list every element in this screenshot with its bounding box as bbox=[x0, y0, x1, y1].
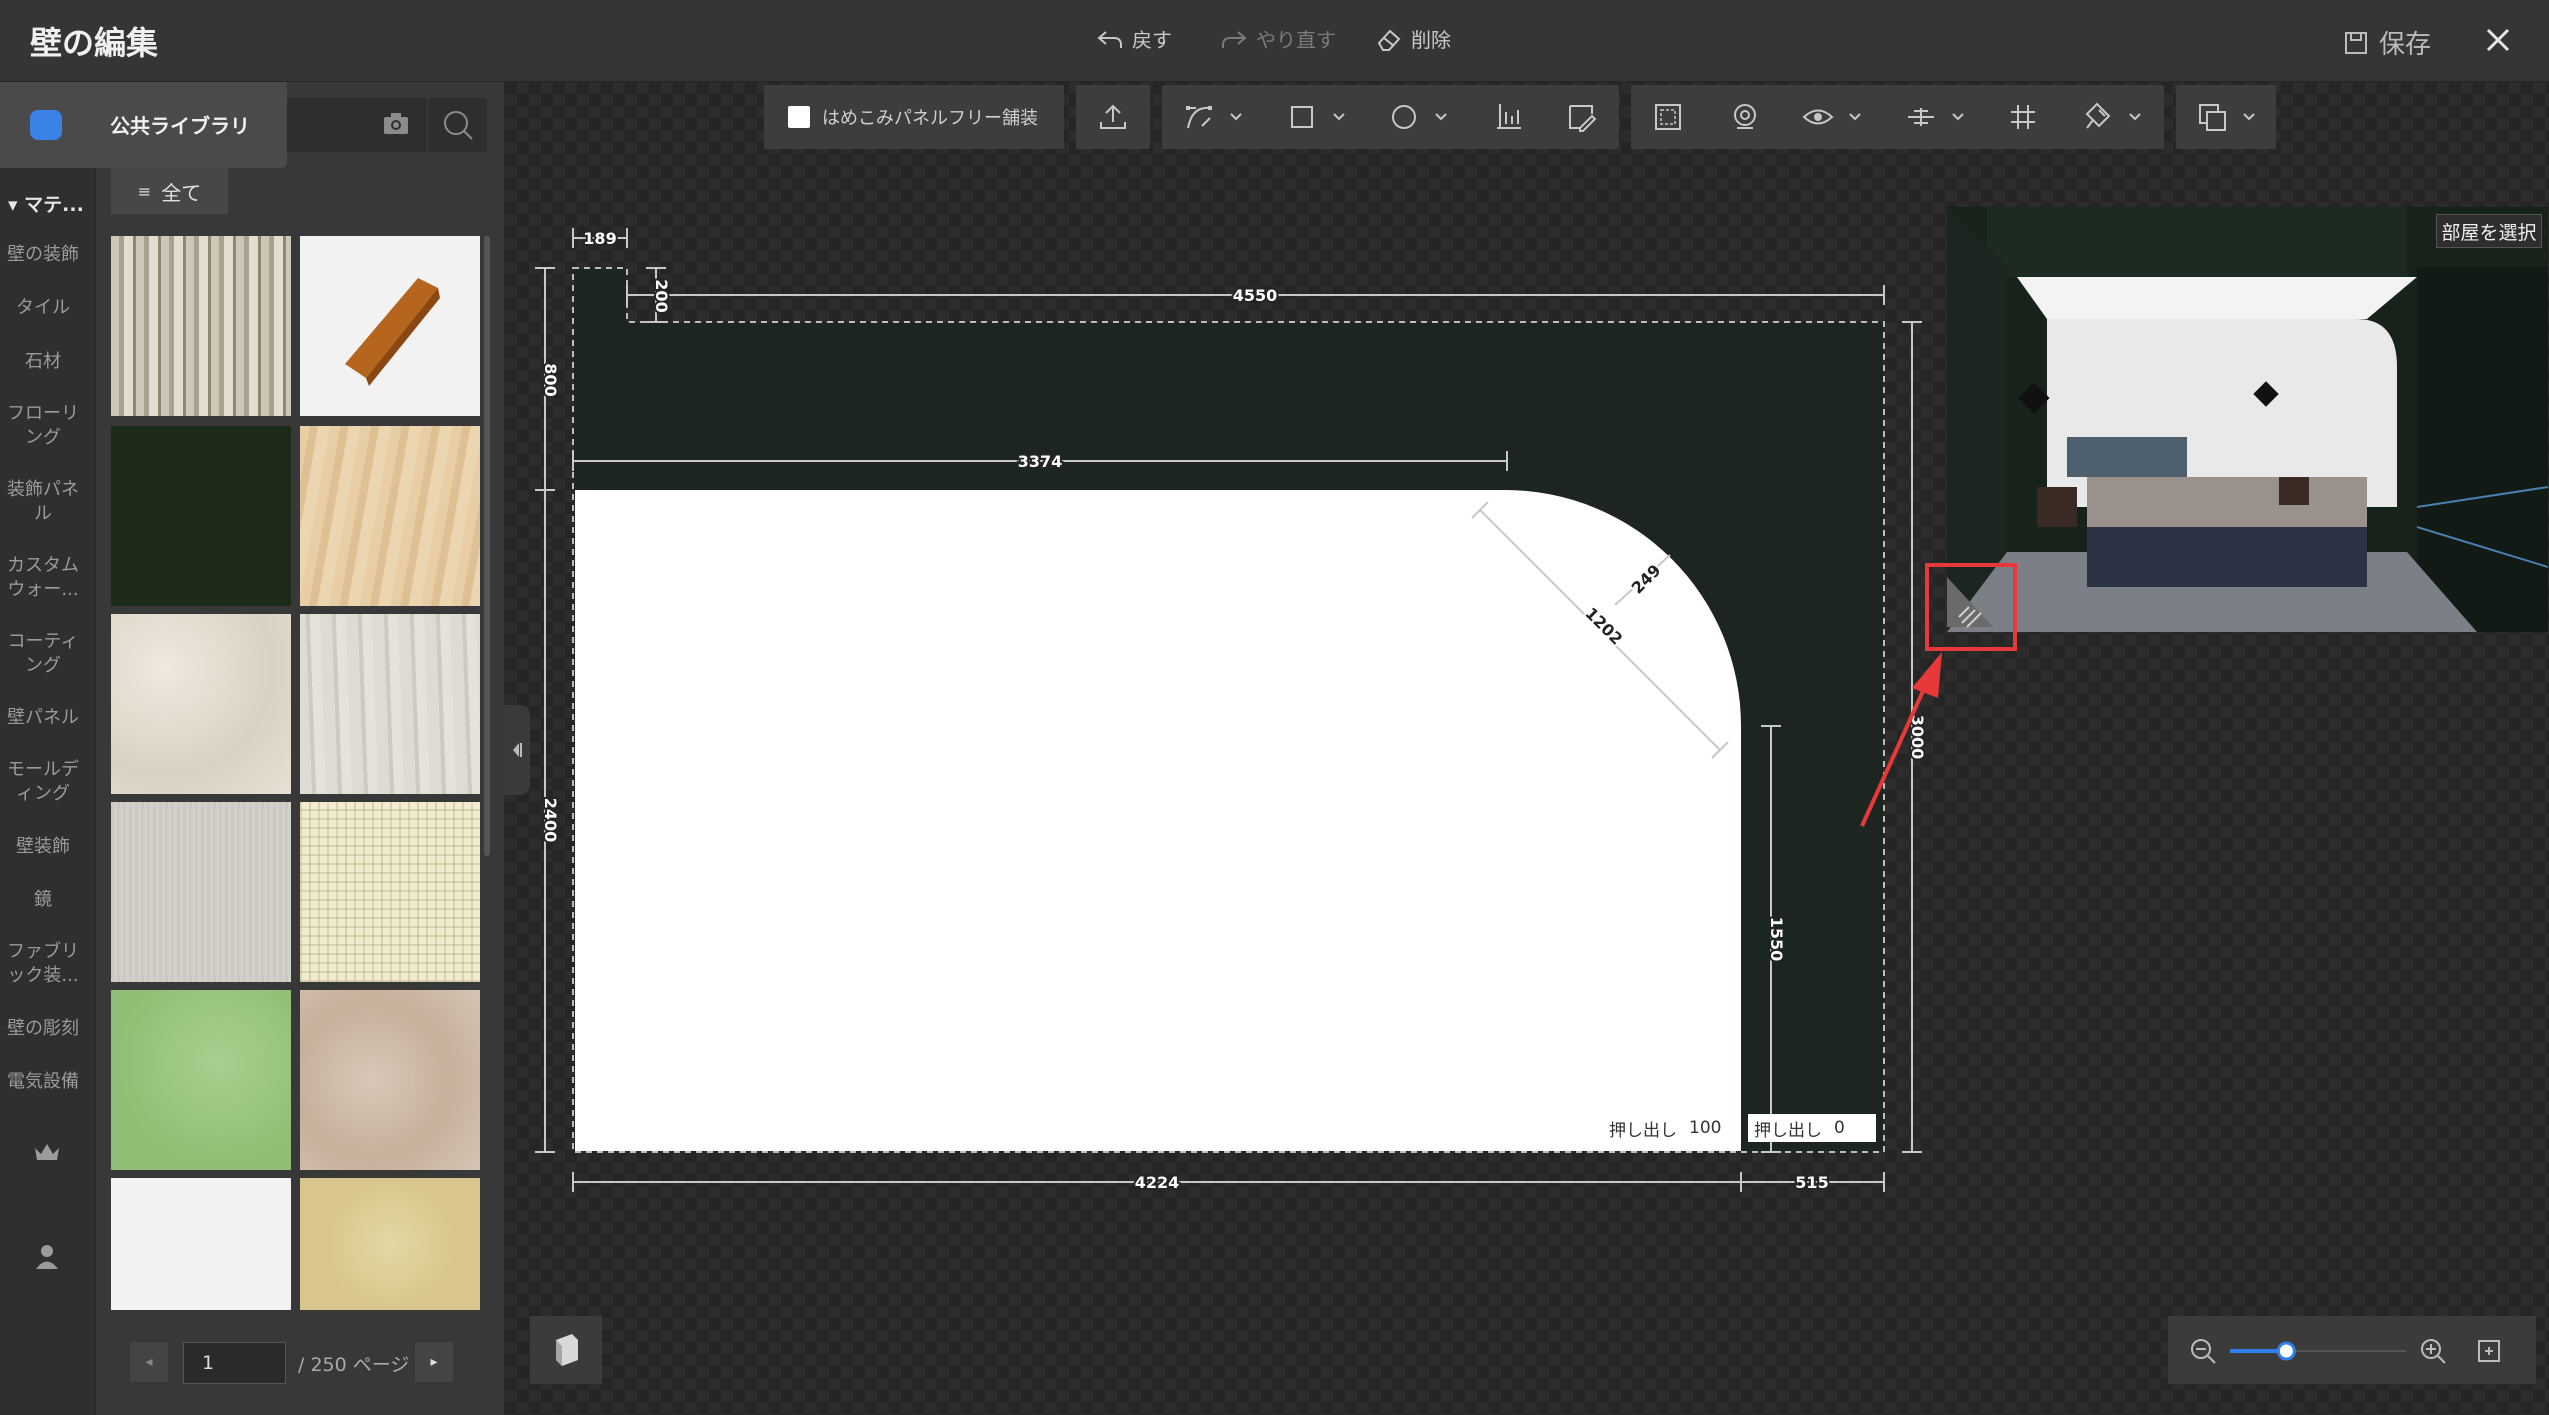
delete-button[interactable]: 削除 bbox=[1375, 24, 1451, 53]
extrude-value: 0 bbox=[1834, 1118, 1845, 1138]
page-number-input[interactable] bbox=[183, 1342, 286, 1384]
material-tile[interactable] bbox=[300, 236, 480, 416]
public-library-label: 公共ライブラリ bbox=[110, 114, 250, 138]
material-tile[interactable] bbox=[111, 236, 291, 416]
material-tile[interactable] bbox=[300, 802, 480, 982]
title-bar: 壁の編集 戻す やり直す 削除 保存 bbox=[0, 0, 2549, 82]
dim-label: 4224 bbox=[1135, 1173, 1180, 1192]
sidebar-scrollbar[interactable] bbox=[484, 236, 490, 856]
redo-icon bbox=[1222, 30, 1247, 48]
cube-icon bbox=[556, 1334, 578, 1366]
filter-icon: ≡ bbox=[137, 181, 152, 201]
extrude-label: 押し出し bbox=[1609, 1120, 1677, 1141]
crown-icon[interactable] bbox=[32, 1140, 62, 1164]
material-tile[interactable] bbox=[111, 614, 291, 794]
material-tile[interactable] bbox=[111, 1178, 291, 1310]
camera-icon[interactable] bbox=[380, 108, 412, 140]
dim-label: 200 bbox=[652, 279, 671, 312]
molding-thumbnail bbox=[345, 278, 440, 386]
resize-handle-highlight bbox=[1925, 563, 2017, 651]
page-total: / 250 ページ bbox=[298, 1354, 410, 1376]
extrude-field-left[interactable]: 押し出し 100 bbox=[1603, 1114, 1735, 1142]
undo-label: 戻す bbox=[1132, 28, 1172, 52]
redo-label: やり直す bbox=[1256, 28, 1336, 52]
resize-grip-icon[interactable] bbox=[1929, 567, 2013, 647]
category-item[interactable]: 壁の彫刻 bbox=[0, 1017, 86, 1041]
dim-label: 4550 bbox=[1233, 286, 1278, 305]
material-tile[interactable] bbox=[300, 614, 480, 794]
dim-label: 3374 bbox=[1018, 452, 1063, 471]
extrude-value: 100 bbox=[1689, 1118, 1722, 1138]
search-icon bbox=[444, 111, 473, 140]
dim-label: 1550 bbox=[1767, 917, 1786, 962]
category-item[interactable]: 壁の装飾 bbox=[0, 243, 86, 267]
eraser-icon bbox=[1377, 29, 1401, 51]
dim-label: 2400 bbox=[541, 798, 560, 843]
category-item[interactable]: 壁装飾 bbox=[0, 835, 86, 859]
3d-view-button[interactable] bbox=[530, 1316, 602, 1384]
room-3d-preview[interactable] bbox=[1947, 207, 2548, 632]
category-item[interactable]: モールディング bbox=[4, 758, 82, 806]
extrude-label: 押し出し bbox=[1754, 1120, 1822, 1141]
prev-page-button[interactable]: ◂ bbox=[130, 1342, 168, 1382]
search-button[interactable] bbox=[427, 98, 487, 152]
dim-label: 800 bbox=[541, 363, 560, 396]
category-item[interactable]: 石材 bbox=[0, 350, 86, 374]
room-select-button[interactable]: 部屋を選択 bbox=[2436, 214, 2542, 248]
dim-label: 515 bbox=[1795, 1173, 1828, 1192]
next-page-button[interactable]: ▸ bbox=[415, 1342, 453, 1382]
material-tile[interactable] bbox=[111, 990, 291, 1170]
material-tile[interactable] bbox=[300, 426, 480, 606]
category-header[interactable]: ▾ マテ... bbox=[8, 190, 84, 217]
save-label: 保存 bbox=[2379, 30, 2432, 60]
annotation-arrow bbox=[1860, 652, 1942, 827]
zoom-slider[interactable] bbox=[2230, 1336, 2406, 1366]
user-icon[interactable] bbox=[33, 1242, 61, 1270]
category-item[interactable]: 装飾パネル bbox=[4, 478, 82, 526]
category-column bbox=[0, 82, 95, 1415]
fit-screen-icon[interactable] bbox=[2474, 1336, 2504, 1366]
category-item[interactable]: フローリング bbox=[4, 402, 82, 450]
material-tile[interactable] bbox=[300, 990, 480, 1170]
library-icon bbox=[30, 110, 62, 140]
category-item[interactable]: 電気設備 bbox=[0, 1070, 86, 1094]
category-item[interactable]: カスタムウォー... bbox=[4, 554, 82, 602]
category-item[interactable]: ファブリック装... bbox=[4, 940, 82, 988]
extrude-field-right[interactable]: 押し出し 0 bbox=[1748, 1114, 1876, 1142]
category-item[interactable]: コーティング bbox=[4, 630, 82, 678]
material-tile[interactable] bbox=[111, 802, 291, 982]
category-item[interactable]: 鏡 bbox=[0, 888, 86, 912]
dim-label: 189 bbox=[583, 229, 616, 248]
page-title: 壁の編集 bbox=[30, 24, 159, 62]
category-item[interactable]: 壁パネル bbox=[0, 706, 86, 730]
zoom-in-icon[interactable] bbox=[2418, 1336, 2448, 1366]
save-icon bbox=[2345, 31, 2367, 54]
save-button[interactable]: 保存 bbox=[2343, 24, 2431, 61]
material-tile[interactable] bbox=[300, 1178, 480, 1310]
close-icon[interactable] bbox=[2480, 22, 2516, 58]
material-tile[interactable] bbox=[111, 426, 291, 606]
delete-label: 削除 bbox=[1411, 28, 1451, 52]
zoom-knob[interactable] bbox=[2276, 1341, 2296, 1361]
zoom-out-icon[interactable] bbox=[2188, 1336, 2218, 1366]
wall-opening[interactable] bbox=[575, 490, 1741, 1151]
filter-all-label: 全て bbox=[161, 180, 202, 205]
undo-icon bbox=[1097, 30, 1122, 48]
filter-all-button[interactable]: ≡ 全て bbox=[111, 168, 228, 214]
zoom-control bbox=[2168, 1316, 2536, 1384]
public-library-tab[interactable]: 公共ライブラリ bbox=[0, 82, 287, 168]
redo-button[interactable]: やり直す bbox=[1220, 24, 1336, 53]
undo-button[interactable]: 戻す bbox=[1096, 24, 1172, 53]
category-item[interactable]: タイル bbox=[0, 296, 86, 320]
